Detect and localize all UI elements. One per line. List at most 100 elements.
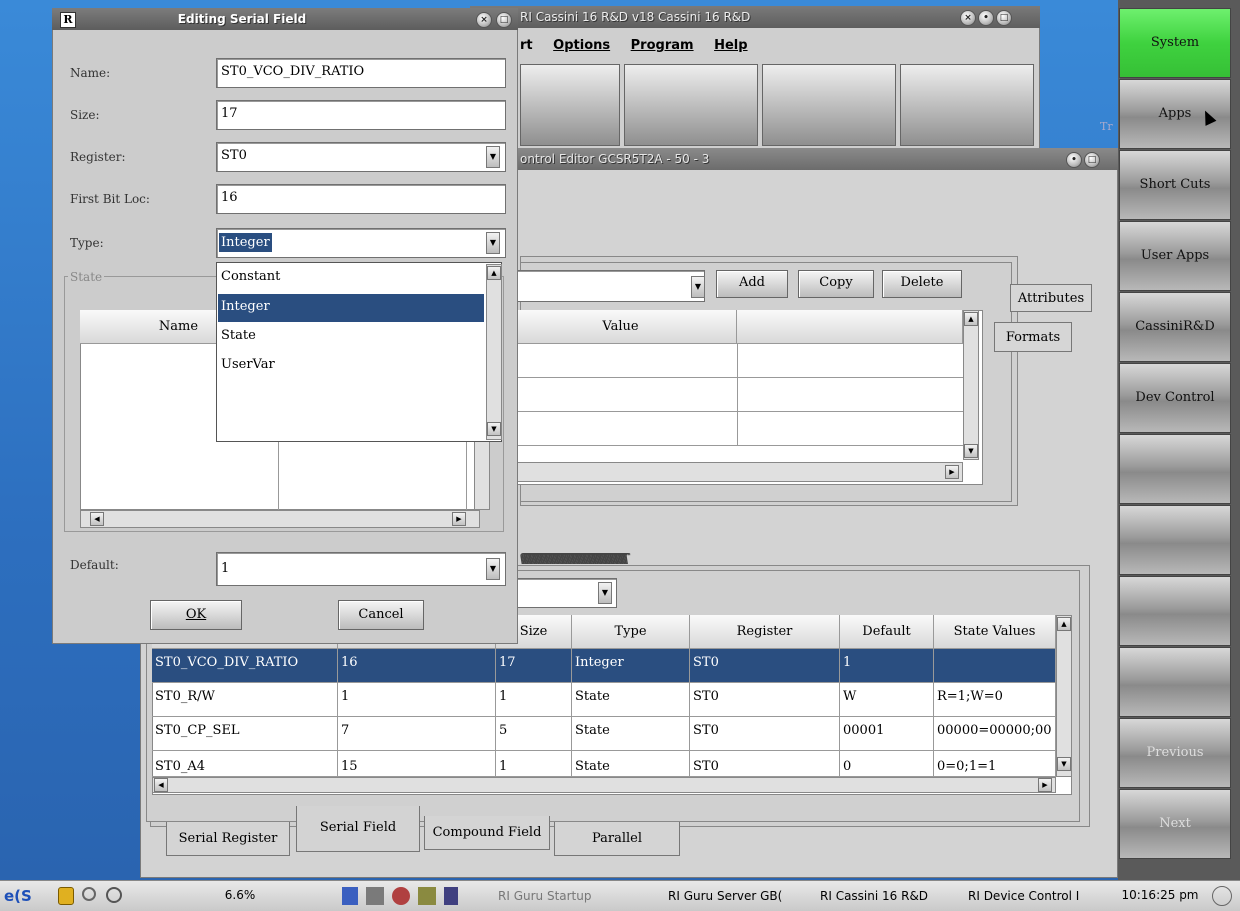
chevron-right-icon[interactable]: ▶ — [1038, 778, 1052, 792]
chevron-down-icon[interactable]: ▼ — [1057, 757, 1071, 771]
table-cell[interactable]: State — [572, 751, 690, 777]
task-guru-server[interactable]: RI Guru Server GB( — [664, 885, 804, 908]
quicklaunch-icon[interactable] — [342, 887, 358, 905]
tab-serial-field[interactable]: Serial Field — [296, 806, 420, 852]
table-cell[interactable]: 15 — [338, 751, 496, 777]
dropdown-option[interactable]: UserVar — [218, 352, 484, 380]
menu-item-start[interactable]: rt — [520, 38, 533, 53]
dropdown-option[interactable]: Constant — [218, 264, 484, 292]
table-row[interactable] — [505, 378, 963, 412]
tab-parallel[interactable]: Parallel — [554, 822, 680, 856]
dropdown-option[interactable]: State — [218, 323, 484, 351]
launcher-empty-button[interactable] — [1119, 505, 1231, 575]
chevron-down-icon[interactable]: ▼ — [691, 276, 705, 298]
quicklaunch-icon[interactable] — [418, 887, 436, 905]
table-cell[interactable]: W — [840, 683, 934, 717]
chevron-down-icon[interactable]: ▼ — [486, 558, 500, 580]
size-input[interactable]: 17 — [216, 100, 506, 130]
table-cell[interactable]: ST0_CP_SEL — [152, 717, 338, 751]
toolbar-button[interactable] — [762, 64, 896, 146]
maximize-icon[interactable]: □ — [1084, 152, 1100, 168]
launcher-shortcuts-button[interactable]: Short Cuts — [1119, 150, 1231, 220]
lock-icon[interactable] — [58, 887, 74, 905]
launcher-userapps-button[interactable]: User Apps — [1119, 221, 1231, 291]
toolbar-button[interactable] — [624, 64, 758, 146]
scrollbar-horizontal[interactable] — [152, 777, 1056, 793]
launcher-empty-button[interactable] — [1119, 647, 1231, 717]
scrollbar-horizontal[interactable] — [505, 462, 963, 482]
launcher-system-button[interactable]: System — [1119, 8, 1231, 78]
table-row[interactable] — [505, 412, 963, 446]
delete-button[interactable]: Delete — [882, 270, 962, 298]
table-cell[interactable]: ST0 — [690, 717, 840, 751]
system-tray-icon[interactable] — [1212, 886, 1232, 906]
register-select[interactable]: ST0 — [216, 142, 506, 172]
menu-item-program[interactable]: Program — [631, 38, 694, 53]
maximize-icon[interactable]: □ — [496, 12, 512, 28]
table-cell[interactable]: State — [572, 717, 690, 751]
scrollbar[interactable] — [486, 264, 502, 440]
table-cell[interactable]: State — [572, 683, 690, 717]
launcher-apps-button[interactable]: Apps — [1119, 79, 1231, 149]
start-logo-icon[interactable]: e(S — [4, 887, 44, 907]
chevron-right-icon[interactable]: ▶ — [945, 465, 959, 479]
table-cell[interactable]: R=1;W=0 — [934, 683, 1056, 717]
firstbit-input[interactable]: 16 — [216, 184, 506, 214]
chevron-down-icon[interactable]: ▼ — [598, 582, 612, 604]
chevron-left-icon[interactable]: ◀ — [90, 512, 104, 526]
table-cell[interactable]: ST0_R/W — [152, 683, 338, 717]
cancel-button[interactable]: Cancel — [338, 600, 424, 630]
table-cell[interactable]: 1 — [496, 751, 572, 777]
launcher-cassini-button[interactable]: CassiniR&D — [1119, 292, 1231, 362]
tab-compound-field[interactable]: Compound Field — [424, 816, 550, 850]
maximize-icon[interactable]: □ — [996, 10, 1012, 26]
table-cell[interactable]: 5 — [496, 717, 572, 751]
toolbar-button[interactable] — [900, 64, 1034, 146]
chevron-up-icon[interactable]: ▲ — [1057, 617, 1071, 631]
task-guru-startup[interactable]: RI Guru Startup — [494, 885, 634, 908]
attributes-tab[interactable]: Attributes — [1010, 284, 1092, 312]
menu-item-help[interactable]: Help — [714, 38, 747, 53]
chevron-down-icon[interactable]: ▼ — [486, 232, 500, 254]
search-icon[interactable] — [82, 887, 96, 901]
table-cell[interactable]: 00001 — [840, 717, 934, 751]
chevron-up-icon[interactable]: ▲ — [487, 266, 501, 280]
name-input[interactable]: ST0_VCO_DIV_RATIO — [216, 58, 506, 88]
ok-button[interactable]: OK — [150, 600, 242, 630]
chevron-down-icon[interactable]: ▼ — [964, 444, 978, 458]
default-select[interactable]: 1 — [216, 552, 506, 586]
dropdown-option-selected[interactable]: Integer — [218, 294, 484, 322]
task-device-control[interactable]: RI Device Control I — [964, 885, 1104, 908]
add-button[interactable]: Add — [716, 270, 788, 298]
task-cassini[interactable]: RI Cassini 16 R&D — [816, 885, 956, 908]
chevron-up-icon[interactable]: ▲ — [964, 312, 978, 326]
launcher-next-button[interactable]: Next — [1119, 789, 1231, 859]
power-icon[interactable] — [106, 887, 122, 903]
scrollbar[interactable] — [1056, 615, 1072, 777]
table-cell[interactable]: 0=0;1=1 — [934, 751, 1056, 777]
minimize-icon[interactable]: • — [978, 10, 994, 26]
table-cell[interactable]: 00000=00000;00 — [934, 717, 1056, 751]
chevron-left-icon[interactable]: ◀ — [154, 778, 168, 792]
scrollbar[interactable] — [963, 310, 979, 460]
scrollbar-horizontal[interactable] — [80, 510, 480, 528]
table-cell[interactable]: 7 — [338, 717, 496, 751]
table-cell[interactable]: ST0 — [690, 683, 840, 717]
format-select[interactable] — [505, 270, 705, 302]
launcher-empty-button[interactable] — [1119, 576, 1231, 646]
launcher-previous-button[interactable]: Previous — [1119, 718, 1231, 788]
table-cell[interactable]: 0 — [840, 751, 934, 777]
quicklaunch-icon[interactable] — [366, 887, 384, 905]
toolbar-button[interactable] — [520, 64, 620, 146]
menu-item-options[interactable]: Options — [553, 38, 610, 53]
copy-button[interactable]: Copy — [798, 270, 874, 298]
launcher-devcontrol-button[interactable]: Dev Control — [1119, 363, 1231, 433]
formats-tab[interactable]: Formats — [994, 322, 1072, 352]
table-row[interactable] — [505, 344, 963, 378]
table-cell[interactable]: ST0_A4 — [152, 751, 338, 777]
minimize-icon[interactable]: • — [1066, 152, 1082, 168]
chevron-down-icon[interactable]: ▼ — [487, 422, 501, 436]
tab-serial-register[interactable]: Serial Register — [166, 822, 290, 856]
close-icon[interactable]: × — [960, 10, 976, 26]
close-icon[interactable]: × — [476, 12, 492, 28]
